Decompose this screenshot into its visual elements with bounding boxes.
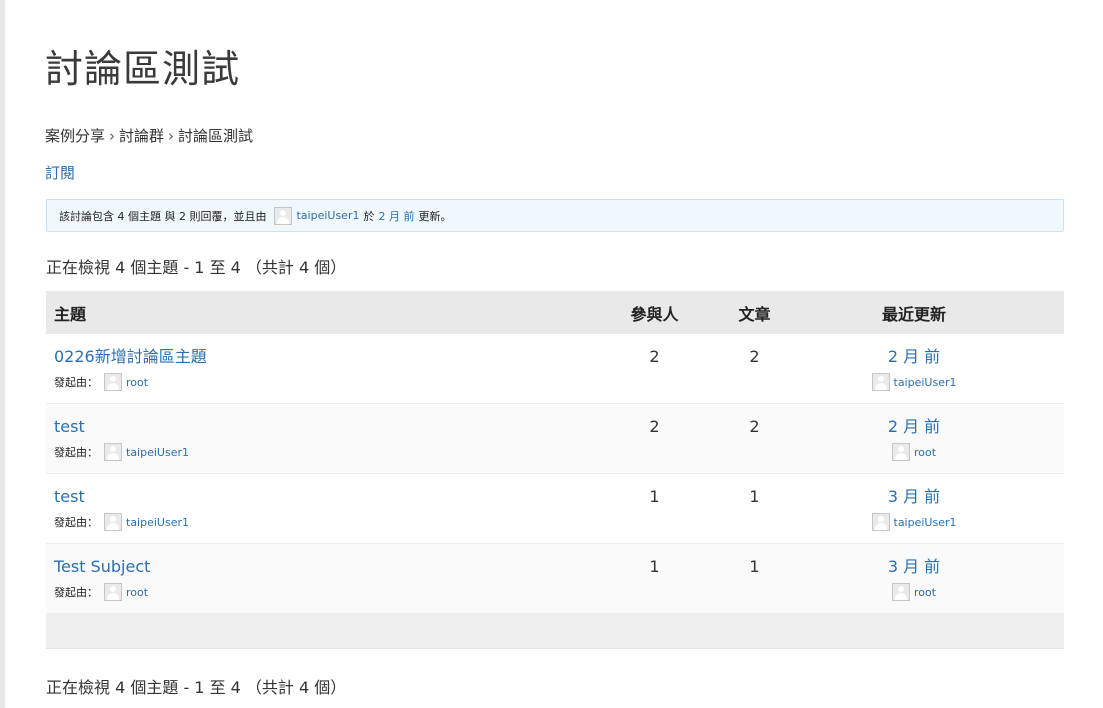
avatar-icon (891, 583, 910, 601)
topic-title-link[interactable]: Test Subject (54, 556, 604, 578)
page-title: 討論區測試 (45, 47, 241, 91)
breadcrumb-item-current: 討論區測試 (178, 127, 254, 145)
started-by: 發起由： root (54, 583, 604, 601)
freshness-author-link[interactable]: taipeiUser1 (894, 376, 957, 389)
freshness-author: root (804, 583, 1024, 601)
freshness-time-link[interactable]: 2 月 前 (804, 416, 1024, 438)
started-by-label: 發起由： (54, 376, 98, 389)
pagination-count-bottom: 正在檢視 4 個主題 - 1 至 4 （共計 4 個） (46, 678, 347, 697)
posts-count: 2 (749, 417, 760, 436)
table-footer (46, 614, 1064, 649)
notice-text-suffix: 更新。 (418, 209, 452, 223)
table-header: 主題 參與人 文章 最近更新 (46, 291, 1064, 334)
voices-count: 2 (649, 417, 660, 436)
started-by: 發起由： root (54, 373, 604, 391)
author-link[interactable]: root (126, 586, 148, 599)
topics-table: 主題 參與人 文章 最近更新 0226新增討論區主題 發起由： root 2 2… (46, 291, 1064, 649)
left-border (0, 0, 5, 708)
breadcrumb-separator: › (168, 127, 175, 145)
freshness-time-link[interactable]: 3 月 前 (804, 556, 1024, 578)
breadcrumb: 案例分享 › 討論群 › 討論區測試 (45, 125, 253, 146)
author-link[interactable]: taipeiUser1 (126, 446, 189, 459)
breadcrumb-separator: › (109, 127, 116, 145)
pagination-count-top: 正在檢視 4 個主題 - 1 至 4 （共計 4 個） (46, 258, 347, 277)
table-row: Test Subject 發起由： root 1 1 3 月 前 root (46, 544, 1064, 614)
notice-text-middle: 於 (363, 209, 375, 223)
topic-title-link[interactable]: 0226新增討論區主題 (54, 346, 604, 368)
freshness-author-link[interactable]: taipeiUser1 (894, 516, 957, 529)
breadcrumb-item-discussion-group[interactable]: 討論群 (119, 127, 164, 145)
subscribe-link[interactable]: 訂閱 (45, 162, 75, 183)
forum-info-notice: 該討論包含 4 個主題 與 2 則回覆，並且由 taipeiUser1 於 2 … (46, 199, 1064, 232)
started-by: 發起由： taipeiUser1 (54, 443, 604, 461)
started-by-label: 發起由： (54, 446, 98, 459)
header-freshness: 最近更新 (881, 304, 946, 324)
topic-title-link[interactable]: test (54, 486, 604, 508)
posts-count: 1 (749, 557, 760, 576)
freshness-time-link[interactable]: 3 月 前 (804, 486, 1024, 508)
posts-count: 2 (749, 347, 760, 366)
table-row: 0226新增討論區主題 發起由： root 2 2 2 月 前 taipeiUs… (46, 334, 1064, 404)
notice-user-link[interactable]: taipeiUser1 (296, 209, 359, 222)
posts-count: 1 (749, 487, 760, 506)
voices-count: 2 (649, 347, 660, 366)
avatar-icon (274, 206, 293, 225)
freshness-author: taipeiUser1 (804, 513, 1024, 531)
started-by: 發起由： taipeiUser1 (54, 513, 604, 531)
voices-count: 1 (649, 557, 660, 576)
avatar-icon (891, 443, 910, 461)
breadcrumb-item-case-sharing[interactable]: 案例分享 (45, 127, 105, 145)
voices-count: 1 (649, 487, 660, 506)
avatar-icon (104, 373, 122, 391)
freshness-author: taipeiUser1 (804, 373, 1024, 391)
freshness-time-link[interactable]: 2 月 前 (804, 346, 1024, 368)
avatar-icon (871, 513, 890, 531)
topic-title-link[interactable]: test (54, 416, 604, 438)
author-link[interactable]: root (126, 376, 148, 389)
header-voices: 參與人 (630, 304, 679, 324)
avatar-icon (104, 513, 122, 531)
header-posts: 文章 (738, 304, 771, 324)
avatar-icon (104, 583, 122, 601)
avatar-icon (871, 373, 890, 391)
header-topic: 主題 (54, 304, 87, 324)
freshness-author-link[interactable]: root (914, 586, 936, 599)
table-row: test 發起由： taipeiUser1 2 2 2 月 前 root (46, 404, 1064, 474)
notice-text-prefix: 該討論包含 4 個主題 與 2 則回覆，並且由 (59, 209, 267, 223)
freshness-author-link[interactable]: root (914, 446, 936, 459)
table-row: test 發起由： taipeiUser1 1 1 3 月 前 taipeiUs… (46, 474, 1064, 544)
started-by-label: 發起由： (54, 516, 98, 529)
freshness-author: root (804, 443, 1024, 461)
notice-time-link[interactable]: 2 月 前 (378, 208, 414, 224)
started-by-label: 發起由： (54, 586, 98, 599)
author-link[interactable]: taipeiUser1 (126, 516, 189, 529)
avatar-icon (104, 443, 122, 461)
